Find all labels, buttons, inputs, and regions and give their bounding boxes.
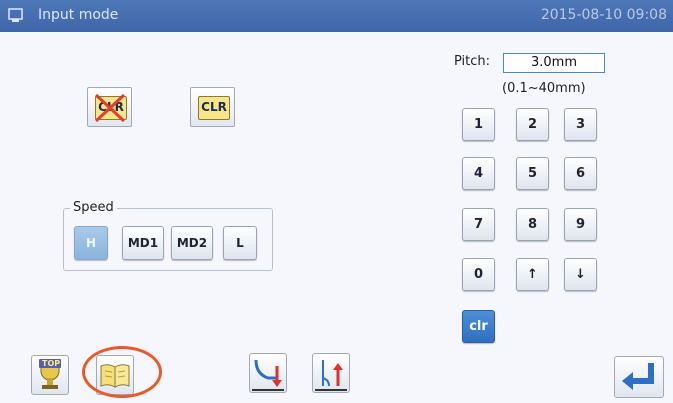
- enter-button[interactable]: [614, 356, 664, 398]
- clear-button[interactable]: CLR: [190, 87, 235, 127]
- key-6[interactable]: 6: [564, 157, 597, 190]
- key-down-arrow[interactable]: ↓: [564, 258, 597, 291]
- speed-md2-button[interactable]: MD2: [171, 226, 213, 260]
- top-label: TOP: [42, 359, 61, 368]
- app-icon: [8, 8, 23, 22]
- clr-folder-icon: CLR: [198, 96, 230, 120]
- clear-disabled-button[interactable]: CLR: [87, 87, 132, 127]
- pitch-input[interactable]: 3.0mm: [503, 53, 605, 73]
- key-4[interactable]: 4: [462, 157, 495, 190]
- title-bar: Input mode 2015-08-10 09:08: [0, 0, 673, 32]
- key-5[interactable]: 5: [516, 157, 549, 190]
- speed-l-button[interactable]: L: [223, 226, 257, 260]
- window-title: Input mode: [38, 7, 119, 23]
- key-9[interactable]: 9: [564, 208, 597, 241]
- needle-down-icon: [252, 359, 284, 391]
- key-1[interactable]: 1: [462, 108, 495, 141]
- needle-down-button[interactable]: [249, 353, 287, 393]
- key-3[interactable]: 3: [564, 108, 597, 141]
- top-button[interactable]: TOP: [31, 355, 69, 395]
- key-8[interactable]: 8: [516, 208, 549, 241]
- clock: 2015-08-10 09:08: [540, 7, 667, 23]
- cross-icon: [94, 93, 126, 123]
- speed-md1-button[interactable]: MD1: [122, 226, 164, 260]
- needle-up-button[interactable]: [312, 353, 350, 393]
- pitch-range: (0.1~40mm): [502, 81, 586, 96]
- book-button[interactable]: [96, 355, 134, 395]
- needle-up-icon: [315, 360, 347, 391]
- speed-h-button[interactable]: H: [74, 226, 108, 260]
- key-7[interactable]: 7: [462, 208, 495, 241]
- clear-label: CLR: [201, 100, 227, 114]
- speed-label: Speed: [70, 200, 117, 215]
- key-0[interactable]: 0: [462, 258, 495, 291]
- book-icon: [100, 364, 130, 388]
- key-up-arrow[interactable]: ↑: [516, 258, 549, 291]
- enter-return-icon: [622, 363, 654, 390]
- key-clear[interactable]: clr: [462, 310, 495, 343]
- pitch-label: Pitch:: [454, 54, 491, 69]
- key-2[interactable]: 2: [516, 108, 549, 141]
